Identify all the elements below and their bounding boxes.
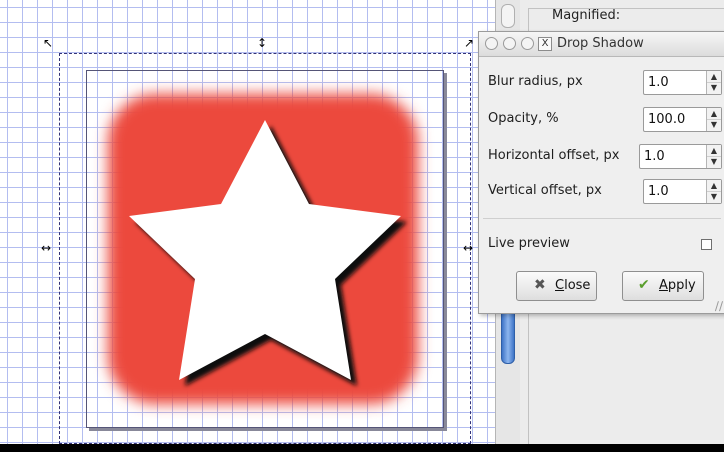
horizontal-offset-value[interactable]: 1.0 <box>644 149 665 164</box>
horizontal-offset-row: Horizontal offset, px 1.0 ▲ ▼ <box>479 141 724 171</box>
drawing-canvas[interactable]: ↖ ↕ ↗ ↔ ↔ <box>0 0 496 444</box>
arrow-nw-icon[interactable]: ↖ <box>43 37 53 49</box>
bottom-edge <box>0 444 724 452</box>
chevron-down-icon[interactable]: ▼ <box>707 119 721 130</box>
vertical-offset-spinbox[interactable]: 1.0 ▲ ▼ <box>643 179 722 204</box>
vertical-offset-label: Vertical offset, px <box>488 183 602 198</box>
resize-grip-icon[interactable]: ∕∕ <box>715 300 723 312</box>
separator <box>483 218 721 219</box>
close-label: lose <box>564 278 591 293</box>
blur-radius-value[interactable]: 1.0 <box>648 75 669 90</box>
live-preview-checkbox[interactable] <box>701 239 712 250</box>
drop-shadow-dialog: X Drop Shadow Blur radius, px 1.0 ▲ ▼ Opa… <box>478 31 724 314</box>
apply-button[interactable]: ✔ Apply <box>622 271 704 301</box>
chevron-down-icon[interactable]: ▼ <box>707 82 721 93</box>
arrow-ne-icon[interactable]: ↗ <box>464 37 474 49</box>
apply-label: pply <box>667 278 696 293</box>
x-box-icon[interactable]: X <box>538 37 552 51</box>
checkmark-icon: ✔ <box>638 277 650 293</box>
blur-radius-spinbox[interactable]: 1.0 ▲ ▼ <box>643 70 722 95</box>
live-preview-label: Live preview <box>488 236 570 251</box>
arrow-ns-icon[interactable]: ↕ <box>257 37 267 49</box>
horizontal-offset-label: Horizontal offset, px <box>488 148 620 163</box>
close-mnemonic: C <box>555 278 565 293</box>
window-circle-button[interactable] <box>485 37 498 50</box>
close-button[interactable]: ✖ Close <box>516 271 597 301</box>
magnified-label: Magnified: <box>549 9 624 22</box>
x-cross-icon: ✖ <box>534 277 546 293</box>
chevron-down-icon[interactable]: ▼ <box>707 156 721 167</box>
opacity-value[interactable]: 100.0 <box>648 112 685 127</box>
blur-radius-row: Blur radius, px 1.0 ▲ ▼ <box>479 67 724 97</box>
window-circle-button[interactable] <box>521 37 534 50</box>
opacity-label: Opacity, % <box>488 111 559 126</box>
window-circle-button[interactable] <box>503 37 516 50</box>
vertical-offset-value[interactable]: 1.0 <box>648 184 669 199</box>
selection-bounding-box <box>59 53 471 444</box>
horizontal-offset-spinbox[interactable]: 1.0 ▲ ▼ <box>639 144 722 169</box>
blur-radius-label: Blur radius, px <box>488 74 583 89</box>
chevron-down-icon[interactable]: ▼ <box>707 191 721 202</box>
vertical-offset-row: Vertical offset, px 1.0 ▲ ▼ <box>479 176 724 206</box>
dialog-titlebar[interactable]: X Drop Shadow <box>479 32 724 57</box>
opacity-row: Opacity, % 100.0 ▲ ▼ <box>479 104 724 134</box>
dialog-title: Drop Shadow <box>557 36 644 51</box>
opacity-spinbox[interactable]: 100.0 ▲ ▼ <box>643 107 722 132</box>
scroll-stepper[interactable] <box>501 4 515 28</box>
arrow-ew-icon[interactable]: ↔ <box>41 242 51 254</box>
apply-mnemonic: A <box>659 278 668 293</box>
arrow-ew-icon[interactable]: ↔ <box>463 242 473 254</box>
